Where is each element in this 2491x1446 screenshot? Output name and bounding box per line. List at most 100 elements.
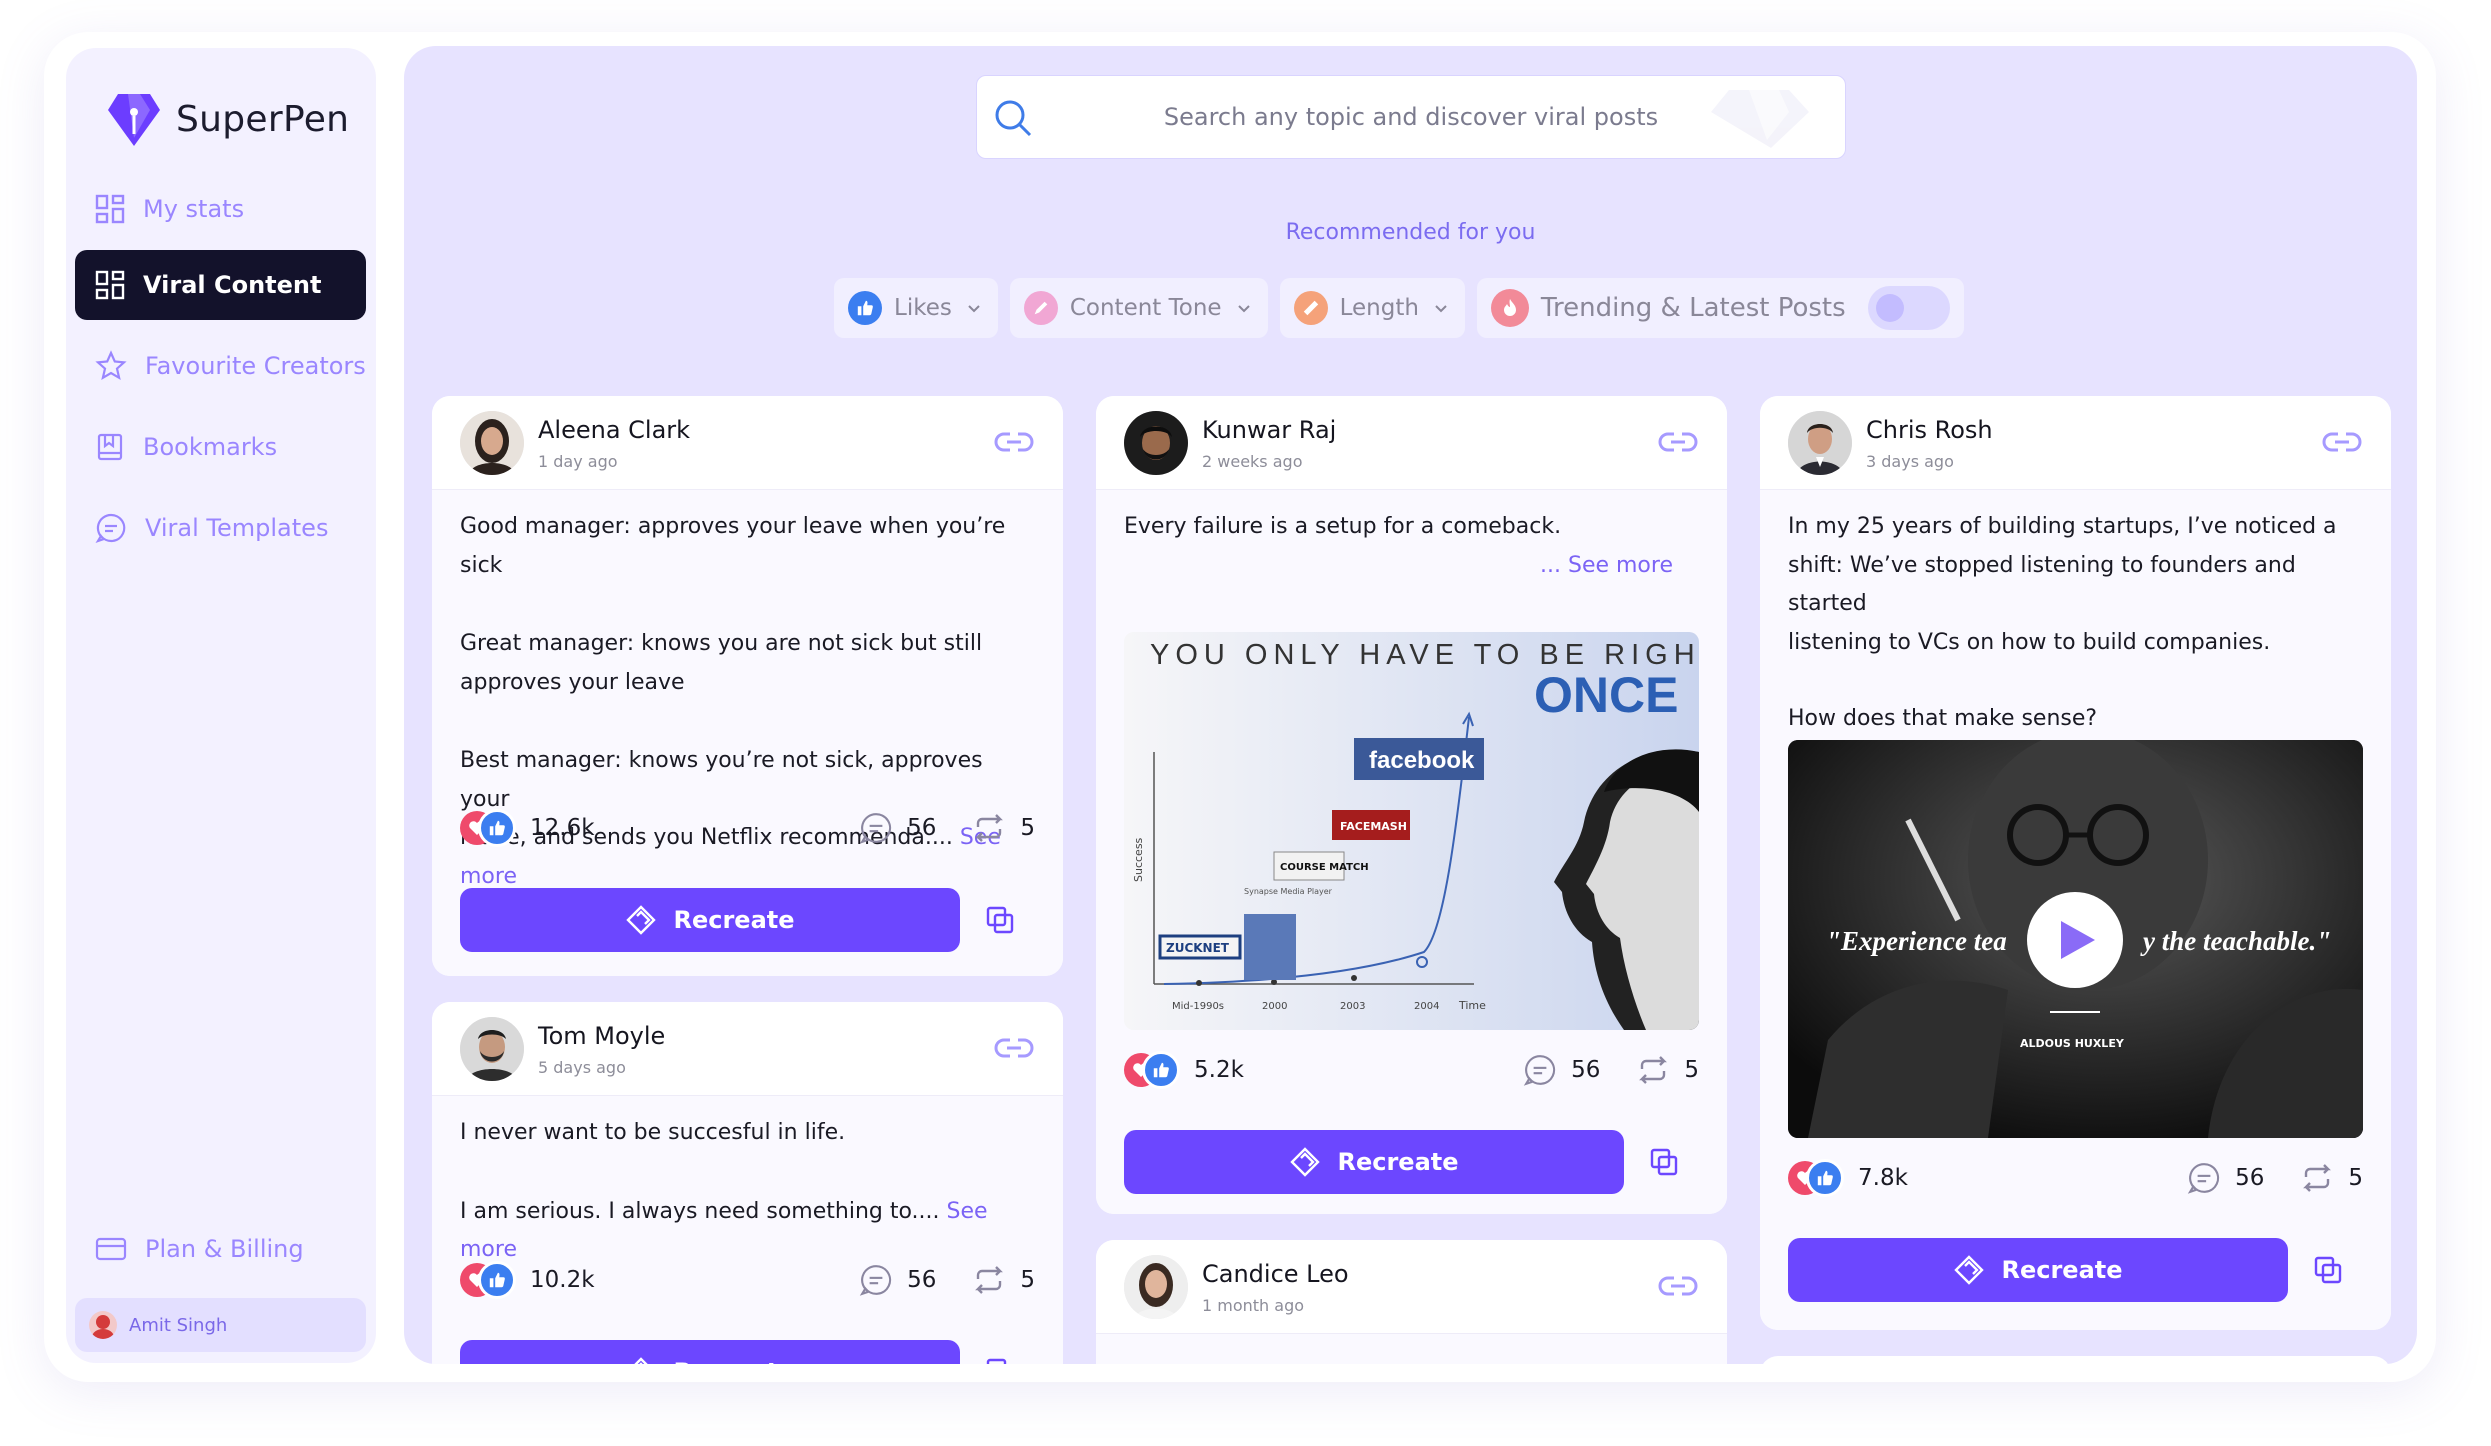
trending-toggle[interactable] bbox=[1867, 286, 1950, 330]
link-icon[interactable] bbox=[1657, 1272, 1699, 1300]
link-icon[interactable] bbox=[1657, 428, 1699, 456]
recreate-button[interactable]: Recreate bbox=[460, 1340, 960, 1364]
post-image[interactable]: YOU ONLY HAVE TO BE RIGHT ONCE Success T… bbox=[1124, 632, 1699, 1030]
avatar[interactable] bbox=[1124, 1255, 1188, 1319]
copy-icon[interactable] bbox=[2313, 1255, 2343, 1285]
diamond-icon bbox=[626, 905, 657, 935]
like-count: 12.6k bbox=[530, 815, 595, 841]
comment-icon bbox=[2187, 1163, 2220, 1194]
post-video[interactable]: "Experience tea y the teachable." ALDOUS… bbox=[1788, 740, 2363, 1138]
video-quote: "Experience tea bbox=[1826, 926, 2007, 956]
video-quote: y the teachable." bbox=[2140, 926, 2331, 956]
post-actions: Recreate bbox=[460, 888, 1035, 952]
repost-count: 5 bbox=[2348, 1165, 2363, 1191]
avatar[interactable] bbox=[1124, 411, 1188, 475]
repost-icon bbox=[1639, 1056, 1668, 1084]
repost-icon bbox=[975, 1266, 1004, 1294]
app-name: SuperPen bbox=[176, 98, 350, 140]
grid-icon bbox=[95, 270, 125, 300]
sidebar-item-viral-content[interactable]: Viral Content bbox=[75, 250, 366, 320]
search-input[interactable]: Search any topic and discover viral post… bbox=[1164, 103, 1658, 131]
content-tone-filter-dropdown[interactable]: Content Tone bbox=[1009, 278, 1268, 338]
logo[interactable]: SuperPen bbox=[106, 90, 349, 148]
comment-icon bbox=[1523, 1055, 1556, 1086]
engagement: 56 5 bbox=[859, 811, 1035, 845]
thumbs-up-icon bbox=[1806, 1159, 1844, 1197]
post-header: Candice Leo 1 month ago bbox=[1096, 1240, 1727, 1334]
sidebar-item-label: Viral Content bbox=[143, 271, 322, 299]
likes-filter-dropdown[interactable]: Likes bbox=[834, 278, 998, 338]
filter-label: Content Tone bbox=[1069, 295, 1222, 321]
copy-icon[interactable] bbox=[1649, 1147, 1679, 1177]
repost-icon bbox=[975, 814, 1004, 842]
reactions[interactable] bbox=[460, 808, 516, 848]
like-count: 10.2k bbox=[530, 1267, 595, 1293]
link-icon[interactable] bbox=[2321, 428, 2363, 456]
sidebar-item-label: Favourite Creators bbox=[145, 352, 366, 380]
tick-label: 2004 bbox=[1414, 1001, 1439, 1012]
thumbs-up-icon bbox=[848, 291, 882, 325]
recreate-button[interactable]: Recreate bbox=[460, 888, 960, 952]
search-icon bbox=[995, 100, 1032, 137]
avatar[interactable] bbox=[460, 411, 524, 475]
post-stats: 12.6k 56 5 bbox=[460, 806, 1035, 850]
button-label: Recreate bbox=[673, 1358, 794, 1364]
engagement: 56 5 bbox=[859, 1263, 1035, 1297]
diamond-icon bbox=[1954, 1255, 1985, 1285]
comment-count: 56 bbox=[907, 815, 937, 841]
copy-icon[interactable] bbox=[985, 1357, 1015, 1364]
sidebar-item-favourite-creators[interactable]: Favourite Creators bbox=[75, 331, 366, 401]
link-icon[interactable] bbox=[993, 1034, 1035, 1062]
author-name[interactable]: Kunwar Raj bbox=[1202, 416, 1336, 444]
filter-label: Likes bbox=[894, 295, 952, 321]
post-header: Kunwar Raj 2 weeks ago bbox=[1096, 396, 1727, 490]
sidebar-item-my-stats[interactable]: My stats bbox=[75, 174, 366, 244]
author-name[interactable]: Candice Leo bbox=[1202, 1260, 1349, 1288]
see-more-link[interactable]: ... See more bbox=[1124, 547, 1699, 586]
card-icon bbox=[95, 1237, 127, 1261]
reactions[interactable] bbox=[1788, 1158, 1844, 1198]
button-label: Recreate bbox=[1337, 1148, 1459, 1176]
link-icon[interactable] bbox=[993, 428, 1035, 456]
trending-filter[interactable]: Trending & Latest Posts bbox=[1476, 278, 1964, 338]
repost-icon bbox=[2303, 1164, 2332, 1192]
button-label: Recreate bbox=[673, 906, 795, 934]
synapse-label: Synapse Media Player bbox=[1244, 887, 1333, 896]
recommended-heading: Recommended for you bbox=[1285, 220, 1536, 245]
post-text: I never want to be succesful in life. bbox=[460, 1120, 846, 1145]
post-time: 1 month ago bbox=[1202, 1296, 1305, 1315]
repost-count: 5 bbox=[1684, 1057, 1699, 1083]
copy-icon[interactable] bbox=[985, 905, 1015, 935]
sidebar-item-viral-templates[interactable]: Viral Templates bbox=[75, 493, 366, 563]
search-bar[interactable]: Search any topic and discover viral post… bbox=[976, 75, 1846, 159]
like-count: 5.2k bbox=[1194, 1057, 1244, 1083]
sidebar-item-plan-billing[interactable]: Plan & Billing bbox=[75, 1214, 366, 1284]
play-button[interactable] bbox=[2027, 892, 2123, 988]
thumbs-up-icon bbox=[478, 1261, 516, 1299]
diamond-icon bbox=[1290, 1147, 1321, 1177]
sidebar-item-bookmarks[interactable]: Bookmarks bbox=[75, 412, 366, 482]
post-card: Aleena Clark 1 day ago Good manager: app… bbox=[432, 396, 1063, 976]
chevron-down-icon bbox=[1435, 305, 1447, 313]
facemash-label: FACEMASH bbox=[1340, 820, 1407, 833]
avatar bbox=[89, 1311, 117, 1339]
sidebar-item-label: Bookmarks bbox=[143, 433, 278, 461]
post-time: 5 days ago bbox=[538, 1058, 626, 1077]
recreate-button[interactable]: Recreate bbox=[1788, 1238, 2288, 1302]
author-name[interactable]: Tom Moyle bbox=[538, 1022, 665, 1050]
recreate-button[interactable]: Recreate bbox=[1124, 1130, 1624, 1194]
post-text: How does that make sense? bbox=[1788, 706, 2098, 731]
avatar[interactable] bbox=[1788, 411, 1852, 475]
reactions[interactable] bbox=[460, 1260, 516, 1300]
avatar[interactable] bbox=[460, 1017, 524, 1081]
length-filter-dropdown[interactable]: Length bbox=[1279, 278, 1465, 338]
comment-count: 56 bbox=[1571, 1057, 1601, 1083]
author-name[interactable]: Aleena Clark bbox=[538, 416, 690, 444]
user-profile-chip[interactable]: Amit Singh bbox=[75, 1298, 366, 1352]
post-text: listening to VCs on how to build compani… bbox=[1788, 629, 2271, 655]
post-card: Candice Leo 1 month ago bbox=[1096, 1240, 1727, 1364]
reactions[interactable] bbox=[1124, 1050, 1180, 1090]
chevron-down-icon bbox=[1237, 305, 1250, 313]
author-name[interactable]: Chris Rosh bbox=[1866, 416, 1993, 444]
repost-count: 5 bbox=[1020, 1267, 1035, 1293]
